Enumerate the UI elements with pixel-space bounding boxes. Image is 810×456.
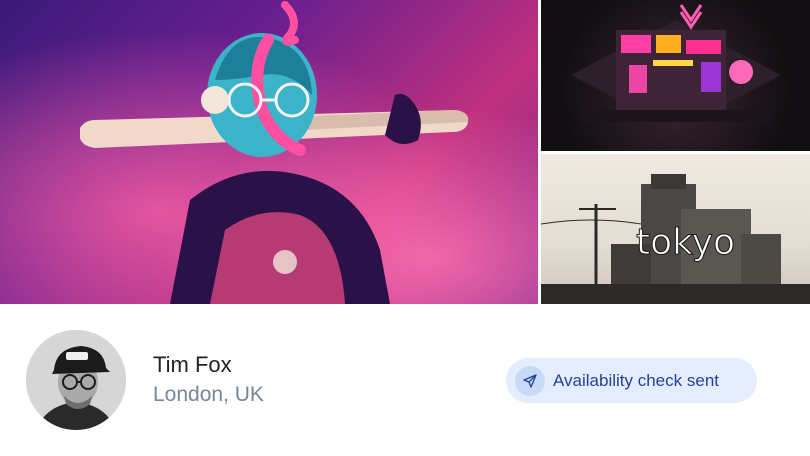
- tokyo-lettering: tokyo: [636, 222, 735, 263]
- neon-building-illustration: [571, 4, 781, 130]
- availability-status-label: Availability check sent: [553, 370, 719, 390]
- avatar[interactable]: [26, 330, 126, 430]
- paper-plane-icon: [515, 365, 545, 396]
- gallery-secondary-image-tokyo[interactable]: tokyo: [541, 154, 810, 304]
- profile-location: London, UK: [153, 383, 264, 406]
- project-gallery: tokyo: [0, 0, 810, 304]
- availability-check-button[interactable]: Availability check sent: [506, 358, 757, 403]
- gallery-secondary-image-neon[interactable]: [541, 0, 810, 151]
- gallery-main-image[interactable]: [0, 0, 538, 304]
- tokyo-sketch-illustration: tokyo: [541, 174, 810, 304]
- main-artwork-illustration: [0, 0, 538, 304]
- profile-card: Tim Fox London, UK Availability check se…: [0, 304, 810, 456]
- profile-name: Tim Fox: [153, 352, 232, 377]
- avatar-photo: [26, 330, 126, 430]
